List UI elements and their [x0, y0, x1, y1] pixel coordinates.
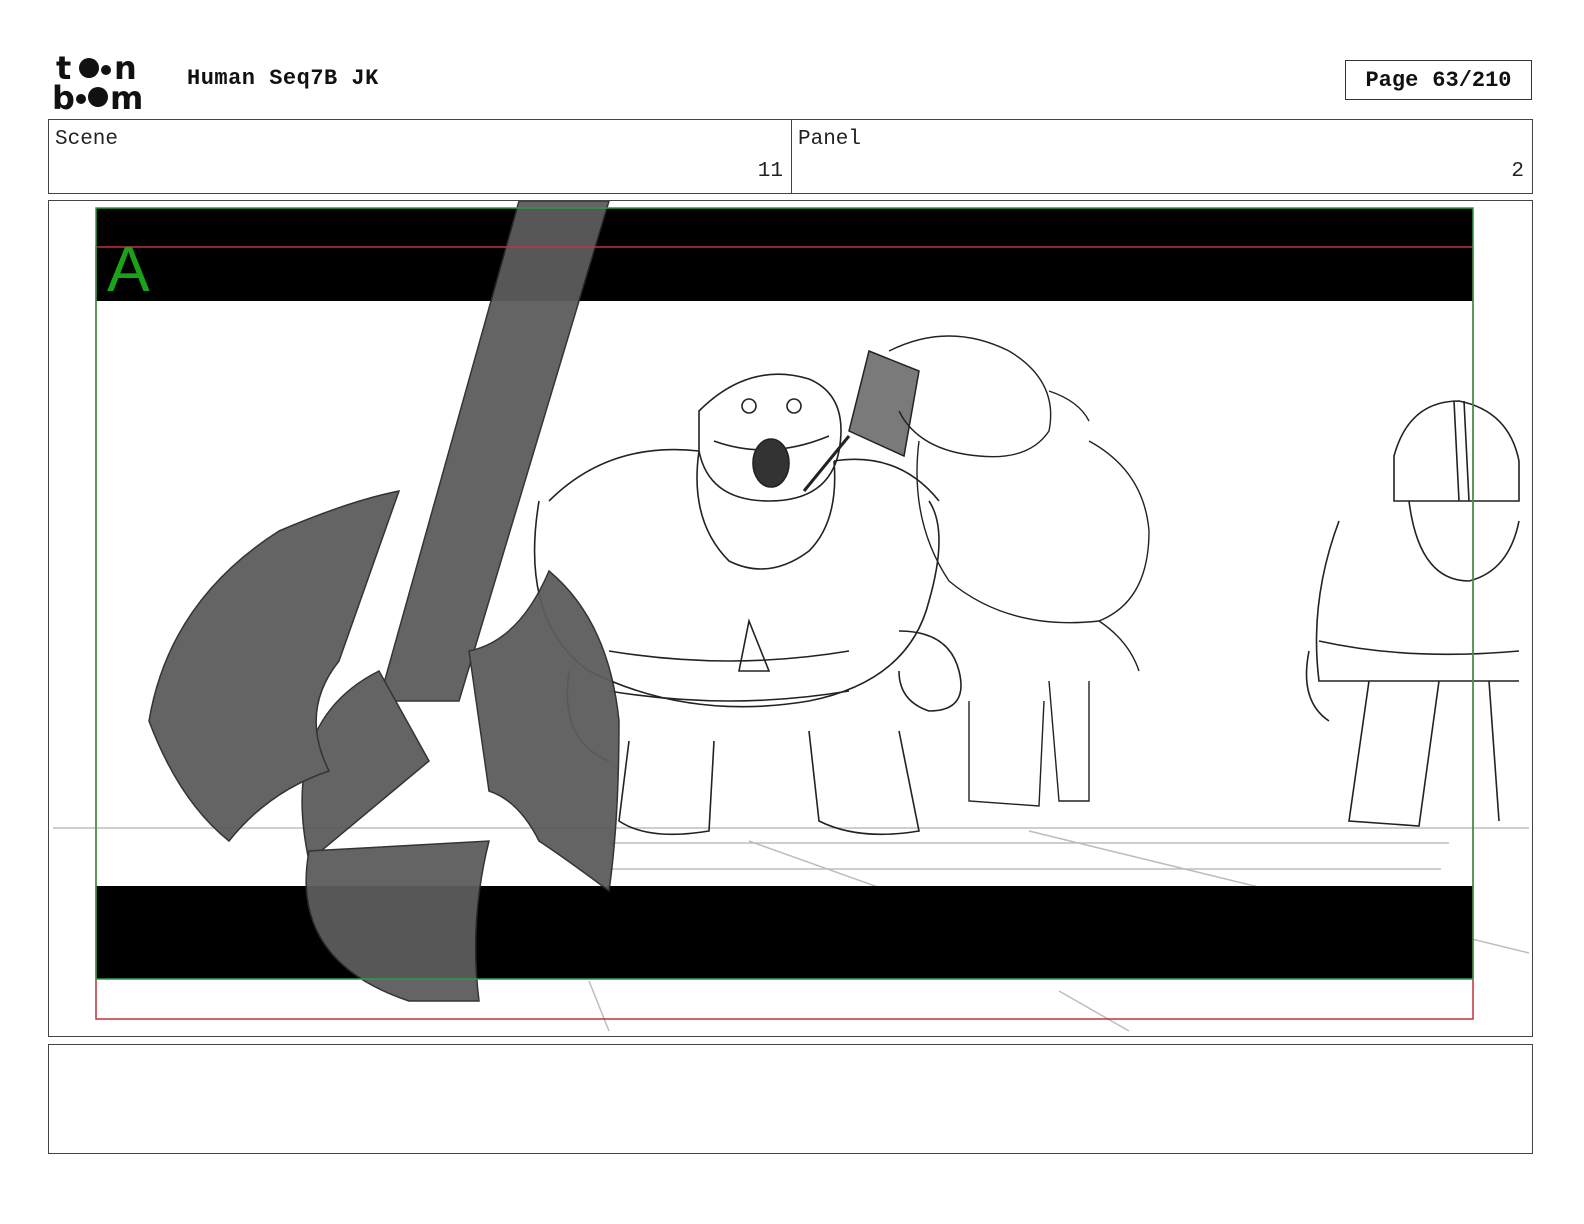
letterbox-bottom	[96, 886, 1473, 979]
panel-number: 2	[1511, 160, 1524, 183]
page-number: 63/210	[1432, 67, 1512, 93]
sequence-title: Human Seq7B JK	[187, 66, 379, 91]
svg-text:m: m	[110, 79, 143, 112]
scene-number: 11	[757, 160, 783, 183]
small-axe-sketch	[848, 349, 920, 458]
camera-label: A	[107, 233, 150, 305]
scene-label: Scene	[55, 128, 119, 151]
toon-boom-logo: t n b m	[52, 49, 164, 117]
panel-label: Panel	[798, 128, 862, 151]
dwarf-hooded-sketch	[888, 335, 1150, 807]
scene-panel-row: Scene 11 Panel 2	[48, 119, 1533, 194]
svg-text:b: b	[52, 79, 75, 112]
foreground-axe	[148, 201, 620, 1002]
page-label: Page	[1365, 67, 1419, 93]
storyboard-drawing: A	[53, 201, 1530, 1032]
letterbox-top	[96, 208, 1473, 301]
scene-cell: Scene 11	[49, 120, 792, 193]
small-axe-handle	[802, 435, 851, 492]
dwarf-helmet-sketch	[1305, 400, 1520, 827]
panel-notes-area	[48, 1044, 1533, 1154]
panel-cell: Panel 2	[792, 120, 1532, 193]
storyboard-panel-frame: A	[48, 200, 1533, 1037]
page-indicator: Page 63/210	[1345, 60, 1532, 100]
